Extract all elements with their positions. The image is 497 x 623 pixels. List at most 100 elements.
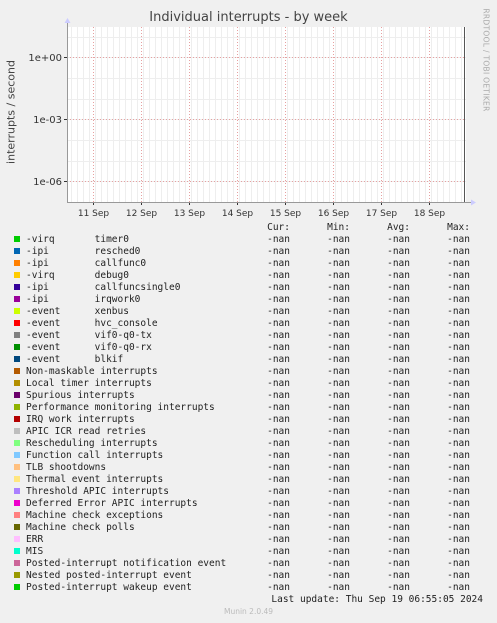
y-axis-arrow	[64, 18, 71, 23]
legend-col-cur: Cur:	[267, 222, 290, 233]
legend-swatch	[14, 296, 20, 302]
legend-swatch	[14, 320, 20, 326]
legend-value-min: -nan	[327, 438, 350, 449]
legend-value-cur: -nan	[267, 282, 290, 293]
legend-value-avg: -nan	[387, 282, 410, 293]
y-tick-label: 1e-03	[33, 115, 62, 126]
legend-value-min: -nan	[327, 378, 350, 389]
legend-row: Thermal event interrupts -nan -nan -nan -nan	[0, 474, 497, 486]
legend-value-min: -nan	[327, 342, 350, 353]
legend-value-avg: -nan	[387, 474, 410, 485]
munin-version: Munin 2.0.49	[223, 607, 274, 616]
legend-swatch	[14, 572, 20, 578]
legend-value-max: -nan	[447, 462, 470, 473]
legend-value-cur: -nan	[267, 474, 290, 485]
legend-value-avg: -nan	[387, 366, 410, 377]
legend-value-min: -nan	[327, 330, 350, 341]
x-tick-label: 18 Sep	[414, 209, 446, 219]
legend-value-max: -nan	[447, 366, 470, 377]
legend-series-name: -event blkif	[26, 354, 124, 365]
legend-value-max: -nan	[447, 246, 470, 257]
legend-swatch	[14, 428, 20, 434]
legend-value-min: -nan	[327, 306, 350, 317]
x-tick-label: 11 Sep	[78, 209, 110, 219]
legend-series-name: Performance monitoring interrupts	[26, 402, 215, 413]
legend-series-name: -virq timer0	[26, 234, 129, 245]
legend-value-avg: -nan	[387, 582, 410, 593]
legend-value-max: -nan	[447, 570, 470, 581]
legend-value-min: -nan	[327, 366, 350, 377]
legend-value-min: -nan	[327, 414, 350, 425]
legend-value-avg: -nan	[387, 486, 410, 497]
legend-series-name: APIC ICR read retries	[26, 426, 147, 437]
x-tick-label: 17 Sep	[366, 209, 398, 219]
legend-value-avg: -nan	[387, 234, 410, 245]
legend: -virq timer0 -nan -nan -nan -nan -ipi resched…	[0, 234, 497, 594]
legend-series-name: -ipi irqwork0	[26, 294, 141, 305]
legend-series-name: Function call interrupts	[26, 450, 164, 461]
legend-series-name: Machine check exceptions	[26, 510, 164, 521]
legend-series-name: Non-maskable interrupts	[26, 366, 158, 377]
legend-swatch	[14, 380, 20, 386]
legend-value-min: -nan	[327, 486, 350, 497]
legend-swatch	[14, 452, 20, 458]
legend-value-avg: -nan	[387, 342, 410, 353]
legend-series-name: Deferred Error APIC interrupts	[26, 498, 198, 509]
legend-value-avg: -nan	[387, 534, 410, 545]
legend-value-max: -nan	[447, 306, 470, 317]
legend-value-avg: -nan	[387, 426, 410, 437]
legend-value-max: -nan	[447, 414, 470, 425]
legend-value-cur: -nan	[267, 414, 290, 425]
legend-value-avg: -nan	[387, 570, 410, 581]
legend-value-cur: -nan	[267, 510, 290, 521]
legend-swatch	[14, 308, 20, 314]
legend-value-max: -nan	[447, 546, 470, 557]
legend-value-avg: -nan	[387, 414, 410, 425]
legend-value-max: -nan	[447, 270, 470, 281]
legend-series-name: -virq debug0	[26, 270, 129, 281]
legend-row: Rescheduling interrupts -nan -nan -nan -nan	[0, 438, 497, 450]
legend-col-min: Min:	[327, 222, 350, 233]
legend-value-cur: -nan	[267, 402, 290, 413]
legend-value-min: -nan	[327, 318, 350, 329]
legend-series-name: TLB shootdowns	[26, 462, 107, 473]
legend-value-max: -nan	[447, 510, 470, 521]
legend-row: -ipi irqwork0 -nan -nan -nan -nan	[0, 294, 497, 306]
legend-value-cur: -nan	[267, 366, 290, 377]
legend-swatch	[14, 512, 20, 518]
legend-value-max: -nan	[447, 474, 470, 485]
legend-value-cur: -nan	[267, 426, 290, 437]
legend-series-name: -event xenbus	[26, 306, 129, 317]
legend-value-max: -nan	[447, 426, 470, 437]
x-axis-arrow	[471, 199, 476, 206]
legend-row: -event blkif -nan -nan -nan -nan	[0, 354, 497, 366]
legend-value-cur: -nan	[267, 462, 290, 473]
chart-plot: 1e+00 1e-03 1e-06 11 Sep 12 Sep 13 Sep 14 Sep 1…	[28, 18, 476, 219]
legend-row: -virq timer0 -nan -nan -nan -nan	[0, 234, 497, 246]
legend-value-cur: -nan	[267, 498, 290, 509]
legend-value-max: -nan	[447, 438, 470, 449]
legend-swatch	[14, 560, 20, 566]
legend-swatch	[14, 548, 20, 554]
legend-swatch	[14, 464, 20, 470]
last-update: Last update: Thu Sep 19 06:55:05 2024	[271, 594, 483, 605]
legend-value-min: -nan	[327, 498, 350, 509]
legend-row: Posted-interrupt wakeup event -nan -nan -na…	[0, 582, 497, 594]
legend-value-min: -nan	[327, 474, 350, 485]
legend-value-avg: -nan	[387, 438, 410, 449]
legend-value-avg: -nan	[387, 558, 410, 569]
x-tick-label: 15 Sep	[270, 209, 302, 219]
legend-value-avg: -nan	[387, 510, 410, 521]
legend-value-cur: -nan	[267, 258, 290, 269]
legend-value-avg: -nan	[387, 378, 410, 389]
legend-swatch	[14, 368, 20, 374]
legend-series-name: Spurious interrupts	[26, 390, 135, 401]
legend-value-max: -nan	[447, 354, 470, 365]
legend-swatch	[14, 260, 20, 266]
legend-value-min: -nan	[327, 462, 350, 473]
legend-value-cur: -nan	[267, 294, 290, 305]
legend-swatch	[14, 248, 20, 254]
legend-value-cur: -nan	[267, 234, 290, 245]
legend-value-avg: -nan	[387, 402, 410, 413]
legend-value-min: -nan	[327, 450, 350, 461]
